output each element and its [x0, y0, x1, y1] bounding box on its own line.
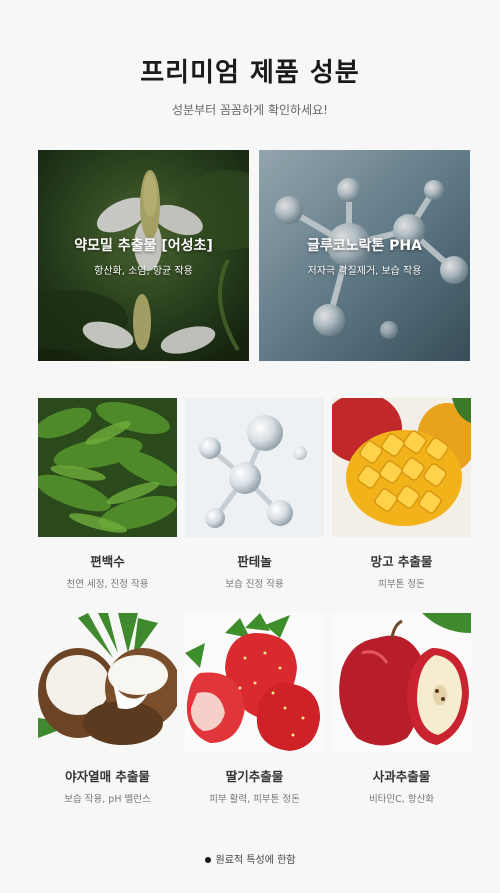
ingredient-tile-panthenol	[185, 398, 324, 537]
page-title: 프리미엄 제품 성분	[140, 58, 360, 88]
featured-tile-pha: 글루코노락톤 PHA 저자극 각질제거, 보습 작용	[259, 150, 470, 361]
apple-photo	[332, 613, 471, 752]
featured-name: 약모밀 추출물 [어성초]	[74, 237, 213, 254]
bullet-icon	[204, 857, 211, 863]
ingredient-desc: 비타민C, 항산화	[368, 794, 435, 805]
ingredient-caption: 망고 추출물 피부톤 정돈	[332, 551, 471, 590]
mango-photo	[332, 398, 471, 537]
featured-name: 글루코노락톤 PHA	[307, 237, 422, 254]
ingredient-name: 망고 추출물	[370, 554, 433, 569]
section-heading: 프리미엄 제품 성분 성분부터 꼼꼼하게 확인하세요!	[0, 52, 500, 118]
ingredient-tile-apple	[332, 613, 471, 752]
ingredients-section: 프리미엄 제품 성분 성분부터 꼼꼼하게 확인하세요! 약모밀 추출물 [어성초…	[0, 0, 500, 893]
featured-tile-houttuynia: 약모밀 추출물 [어성초] 항산화, 소염, 항균 작용	[38, 150, 249, 361]
ingredient-name: 사과추출물	[372, 769, 431, 784]
ingredient-caption: 야자열매 추출물 보습 작용, pH 밸런스	[38, 766, 177, 805]
ingredient-caption: 사과추출물 비타민C, 항산화	[332, 766, 471, 805]
ingredient-name: 판테놀	[237, 554, 272, 569]
ingredient-caption: 판테놀 보습 진정 작용	[185, 551, 324, 590]
ingredient-desc: 보습 작용, pH 밸런스	[64, 794, 151, 805]
ingredient-name: 야자열매 추출물	[65, 769, 150, 784]
ingredient-tile-mango	[332, 398, 471, 537]
ingredient-caption: 편백수 천연 세정, 진정 작용	[38, 551, 177, 590]
page-subtitle: 성분부터 꼼꼼하게 확인하세요!	[172, 103, 328, 117]
ingredient-name: 편백수	[90, 554, 125, 569]
ingredient-tile-strawberry	[185, 613, 324, 752]
featured-desc: 항산화, 소염, 항균 작용	[94, 265, 193, 277]
coconut-photo	[38, 613, 177, 752]
footer-note-text: 원료적 특성에 한함	[215, 855, 296, 866]
ingredient-desc: 피부 활력, 피부톤 정돈	[209, 794, 300, 805]
strawberry-photo	[185, 613, 324, 752]
ingredient-desc: 피부톤 정돈	[378, 579, 425, 590]
cypress-leaves-photo	[38, 398, 177, 537]
ingredient-tile-coconut	[38, 613, 177, 752]
footer-note: 원료적 특성에 한함	[0, 851, 500, 866]
ingredient-desc: 보습 진정 작용	[225, 579, 284, 590]
featured-desc: 저자극 각질제거, 보습 작용	[307, 265, 422, 277]
molecule-photo	[185, 398, 324, 537]
ingredient-tile-cypress	[38, 398, 177, 537]
ingredient-desc: 천연 세정, 진정 작용	[66, 579, 149, 590]
ingredient-name: 딸기추출물	[225, 769, 284, 784]
ingredient-caption: 딸기추출물 피부 활력, 피부톤 정돈	[185, 766, 324, 805]
